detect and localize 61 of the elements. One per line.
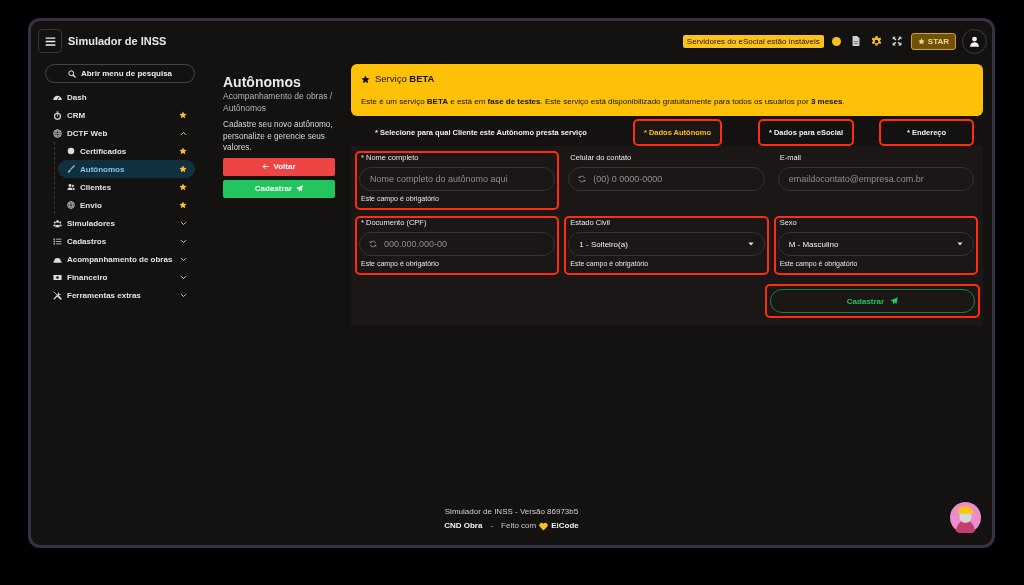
list-icon	[53, 236, 62, 246]
version-text: Simulador de INSS - Versão 86973b5	[444, 506, 579, 518]
sidebar-item[interactable]: Cadastros	[45, 232, 195, 250]
input-field[interactable]: 000.000.000-00	[359, 232, 556, 256]
expand-icon[interactable]	[891, 36, 902, 46]
settings-icon[interactable]	[870, 35, 882, 47]
menu-icon	[44, 35, 56, 47]
page-title: Autônomos	[223, 74, 302, 90]
tools-icon	[53, 290, 62, 300]
separator-text: -	[490, 520, 494, 532]
globe-icon	[53, 128, 62, 138]
refresh-icon	[369, 240, 377, 248]
caret-down-icon	[957, 241, 963, 247]
banner-text: Este é um serviço BETA e está em fase de testes. Este serviço está disponibilizado gratuitamente para todos os usuários por 3 meses.	[361, 96, 846, 107]
select-field[interactable]: M - Masculino	[777, 232, 974, 256]
sidebar-item[interactable]: Financeiro	[45, 268, 195, 286]
banknote-icon	[53, 272, 62, 282]
input-field[interactable]: emaildocontato@empresa.com.br	[777, 167, 974, 191]
user-icon	[969, 35, 980, 47]
banner-title: Serviço BETA	[375, 73, 435, 85]
author-text: EiCode	[551, 520, 579, 532]
sidebar-item[interactable]: Certificados	[58, 142, 195, 160]
status-message: Servidores do eSocial estão instáveis	[682, 34, 824, 48]
heart-icon	[539, 521, 549, 531]
sidebar-item[interactable]: CRM	[45, 106, 195, 124]
star-icon	[917, 37, 925, 45]
app-title: Simulador de INSS	[68, 35, 167, 47]
brand-text: CND Obra	[444, 520, 483, 532]
sidebar-item[interactable]: Envio	[58, 196, 195, 214]
star-button[interactable]: STAR	[910, 32, 956, 50]
page-description: Cadastre seu novo autônomo, personalize e gerencie seus valores.	[223, 119, 334, 154]
search-icon	[67, 69, 76, 78]
input-field[interactable]: (00) 0 0000-0000	[568, 167, 765, 191]
avatar-icon[interactable]	[950, 502, 981, 533]
document-icon[interactable]	[850, 36, 861, 46]
star-icon	[361, 74, 370, 84]
sidebar-item[interactable]: Acompanhamento de obras	[45, 250, 195, 268]
dot-icon	[67, 147, 75, 155]
brush-icon	[67, 165, 75, 173]
caret-down-icon	[747, 241, 754, 247]
send-icon	[296, 185, 304, 192]
select-field[interactable]: 1 - Solteiro(a)	[568, 232, 765, 256]
input-field[interactable]: Nome completo do autônomo aqui	[359, 167, 556, 191]
sidebar-item[interactable]: Clientes	[58, 178, 195, 196]
users-icon	[67, 183, 75, 191]
sidebar-item[interactable]: Ferramentas extras	[45, 286, 195, 304]
arrow-left-icon	[262, 163, 270, 170]
sidebar-item[interactable]: Simuladores	[45, 214, 195, 232]
menu-button[interactable]	[38, 29, 62, 53]
back-button[interactable]: Voltar	[223, 157, 335, 176]
globe-icon	[67, 201, 75, 209]
refresh-icon	[578, 175, 587, 183]
sidebar-item[interactable]: DCTF Web	[45, 124, 195, 142]
users-icon	[53, 218, 62, 228]
status-dot-icon	[831, 36, 841, 46]
breadcrumb: Acompanhamento de obras / Autônomos	[223, 90, 334, 114]
sidebar-item[interactable]: Dash	[45, 88, 195, 106]
made-with-text: Feito com	[501, 520, 537, 532]
sidebar-item[interactable]: Autônomos	[58, 160, 195, 178]
send-icon	[890, 297, 899, 305]
stopwatch-icon	[53, 110, 62, 120]
